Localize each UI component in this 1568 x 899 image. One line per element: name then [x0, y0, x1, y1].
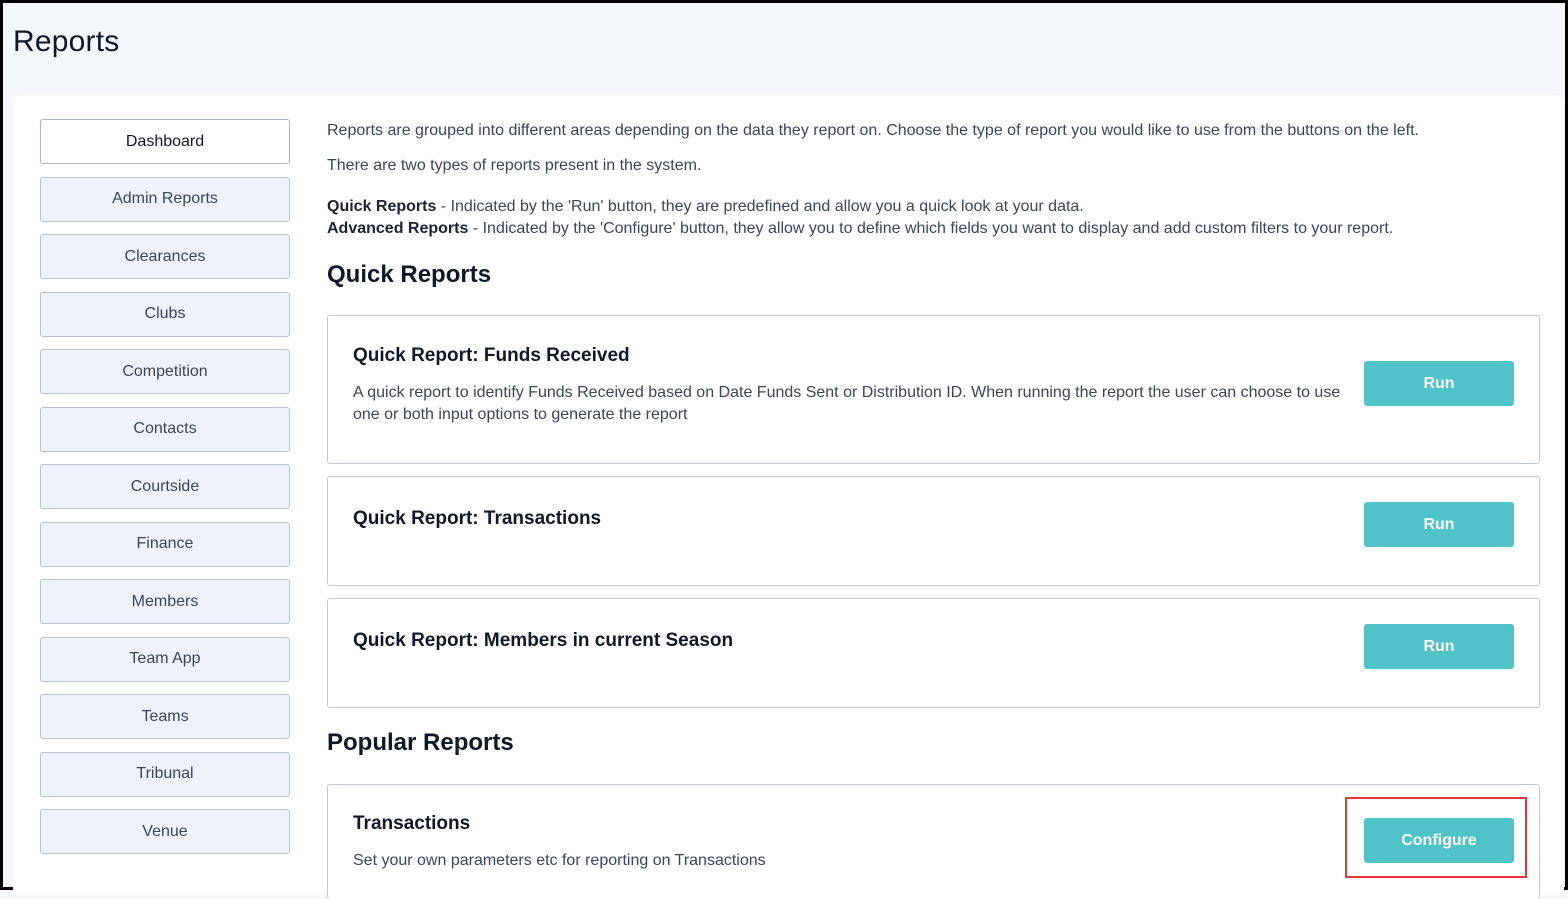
run-button[interactable]: Run	[1364, 361, 1514, 406]
report-description: Set your own parameters etc for reportin…	[353, 852, 766, 869]
popular-reports-heading: Popular Reports	[327, 729, 514, 756]
sidebar-item-competition[interactable]: Competition	[40, 349, 290, 394]
quick-reports-explanation-text: - Indicated by the 'Run' button, they ar…	[436, 198, 1084, 215]
run-button[interactable]: Run	[1364, 502, 1514, 547]
sidebar-item-courtside[interactable]: Courtside	[40, 464, 290, 509]
quick-report-card: Quick Report: Members in current Season …	[327, 598, 1540, 708]
report-description: A quick report to identify Funds Receive…	[353, 384, 1341, 423]
quick-reports-label: Quick Reports	[327, 198, 437, 215]
sidebar-item-team-app[interactable]: Team App	[40, 636, 290, 682]
sidebar-item-admin-reports[interactable]: Admin Reports	[40, 176, 290, 222]
report-title: Quick Report: Funds Received	[353, 345, 630, 366]
intro-types-text: There are two types of reports present i…	[327, 157, 702, 174]
advanced-reports-explanation-text: - Indicated by the 'Configure' button, t…	[468, 220, 1394, 237]
sidebar-item-tribunal[interactable]: Tribunal	[40, 751, 290, 797]
quick-reports-heading: Quick Reports	[327, 261, 492, 288]
sidebar-item-venue[interactable]: Venue	[40, 809, 290, 854]
sidebar-item-clubs[interactable]: Clubs	[40, 291, 290, 337]
run-button[interactable]: Run	[1364, 624, 1514, 669]
report-category-sidebar: Dashboard Admin Reports Clearances Clubs…	[40, 119, 290, 867]
report-title: Quick Report: Members in current Season	[353, 630, 734, 651]
sidebar-item-clearances[interactable]: Clearances	[40, 234, 290, 279]
quick-report-card: Quick Report: Funds Received A quick rep…	[327, 315, 1540, 464]
quick-report-card: Quick Report: Transactions Run	[327, 476, 1540, 586]
report-title: Quick Report: Transactions	[353, 508, 602, 529]
sidebar-item-teams[interactable]: Teams	[40, 694, 290, 739]
sidebar-item-members[interactable]: Members	[40, 579, 290, 624]
sidebar-item-dashboard[interactable]: Dashboard	[40, 119, 290, 164]
popular-report-card: Transactions Set your own parameters etc…	[327, 784, 1540, 899]
report-title: Transactions	[353, 813, 471, 834]
advanced-reports-label: Advanced Reports	[327, 220, 469, 237]
configure-button[interactable]: Configure	[1364, 818, 1514, 863]
intro-text: Reports are grouped into different areas…	[327, 122, 1419, 139]
advanced-reports-explanation: Advanced Reports - Indicated by the 'Con…	[327, 220, 1393, 238]
quick-reports-explanation: Quick Reports - Indicated by the 'Run' b…	[327, 198, 1084, 216]
sidebar-item-contacts[interactable]: Contacts	[40, 406, 290, 452]
page-title: Reports	[13, 25, 120, 58]
sidebar-item-finance[interactable]: Finance	[40, 521, 290, 567]
